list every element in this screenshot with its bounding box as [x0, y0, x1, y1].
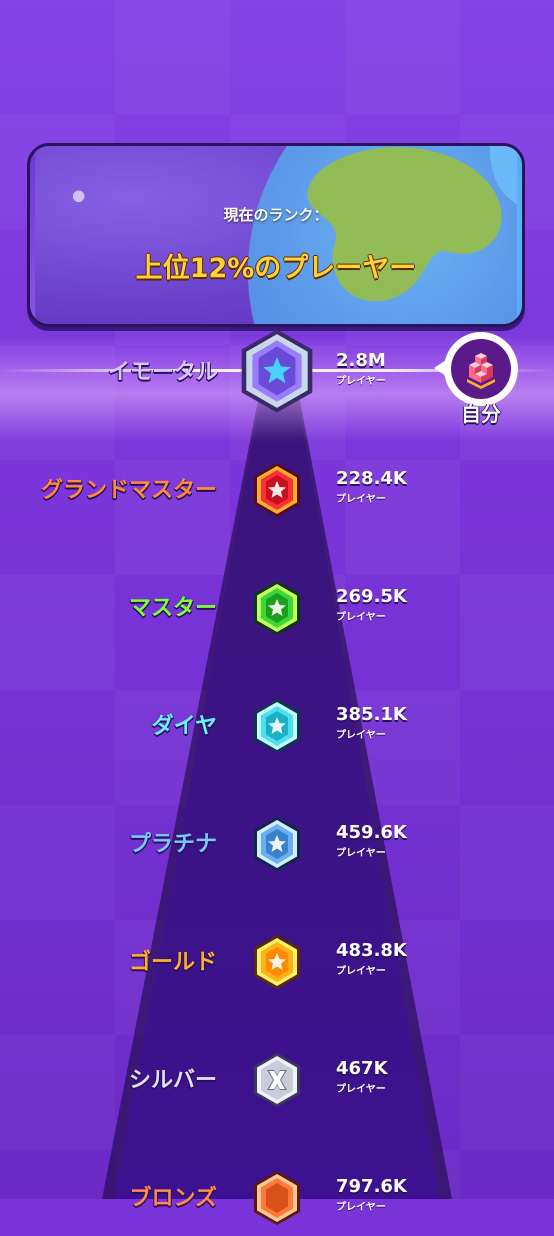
tier-player-unit: プレイヤー [336, 966, 386, 977]
diamond-badge-icon [252, 698, 302, 754]
tier-name: シルバー [128, 1068, 217, 1093]
tier-player-count: 483.8K [336, 940, 407, 961]
tier-player-count: 385.1K [336, 704, 407, 725]
tier-row-platinum[interactable]: プラチナ 459.6K プレイヤー [0, 802, 554, 882]
tier-row-gold[interactable]: ゴールド 483.8K プレイヤー [0, 920, 554, 1000]
tier-player-count: 459.6K [336, 822, 407, 843]
tier-name: プラチナ [128, 832, 217, 857]
bronze-badge-icon [252, 1170, 302, 1226]
globe-graphic [35, 146, 522, 324]
tier-name: ダイヤ [151, 714, 217, 739]
tier-row-bronze[interactable]: ブロンズ 797.6K プレイヤー [0, 1156, 554, 1236]
tier-name: ブロンズ [129, 1186, 217, 1211]
tier-player-count: 467K [336, 1058, 388, 1079]
tier-row-silver[interactable]: シルバー 467K プレイヤー [0, 1038, 554, 1118]
tier-player-count: 2.8M [336, 350, 386, 371]
banner-title: 上位12%のプレーヤー [135, 253, 417, 284]
gold-badge-icon [252, 934, 302, 990]
tier-name: マスター [128, 596, 217, 621]
player-marker[interactable]: 自分 [434, 330, 526, 430]
tier-player-count: 228.4K [336, 468, 407, 489]
tier-player-unit: プレイヤー [336, 376, 386, 387]
tier-player-unit: プレイヤー [336, 1084, 386, 1095]
immortal-badge-icon [238, 328, 316, 414]
cube-stack-icon [467, 353, 495, 389]
tier-row-master[interactable]: マスター 269.5K プレイヤー [0, 566, 554, 646]
avatar [451, 339, 511, 399]
tier-name: グランドマスター [40, 478, 217, 503]
grandmaster-badge-icon [252, 462, 302, 518]
tier-player-unit: プレイヤー [336, 848, 386, 859]
tier-player-unit: プレイヤー [336, 612, 386, 623]
tier-player-unit: プレイヤー [336, 1202, 386, 1213]
tier-row-grandmaster[interactable]: グランドマスター 228.4K プレイヤー [0, 448, 554, 528]
tier-name: イモータル [107, 360, 218, 385]
master-badge-icon [252, 580, 302, 636]
tier-player-unit: プレイヤー [336, 730, 386, 741]
tier-player-unit: プレイヤー [336, 494, 386, 505]
tier-player-count: 797.6K [336, 1176, 407, 1197]
player-label: 自分 [461, 402, 501, 426]
rank-banner: 現在のランク： 上位12%のプレーヤー [27, 143, 525, 327]
silver-badge-icon [252, 1052, 302, 1108]
tier-row-diamond[interactable]: ダイヤ 385.1K プレイヤー [0, 684, 554, 764]
platinum-badge-icon [252, 816, 302, 872]
tier-player-count: 269.5K [336, 586, 407, 607]
tier-name: ゴールド [128, 950, 217, 975]
banner-subtitle: 現在のランク： [223, 206, 329, 224]
